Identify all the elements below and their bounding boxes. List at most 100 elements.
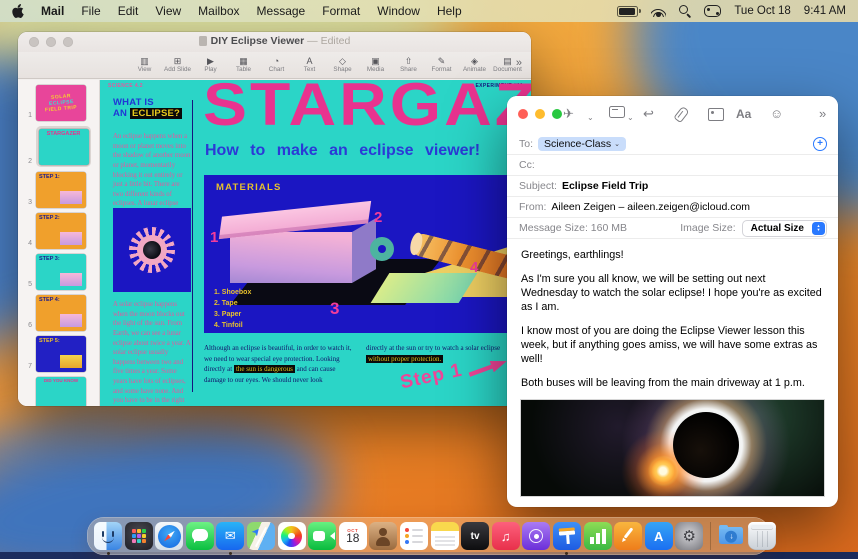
menu-file[interactable]: File (81, 4, 100, 18)
window-title: DIY Eclipse Viewer — Edited (18, 35, 531, 47)
attach-button[interactable] (673, 105, 690, 126)
dock-notes[interactable] (430, 522, 459, 550)
menu-view[interactable]: View (155, 4, 181, 18)
toolbar-format-button[interactable]: ✎ Format (425, 56, 458, 74)
dock-keynote[interactable] (552, 522, 581, 555)
menu-bar-date[interactable]: Tue Oct 18 (734, 5, 790, 17)
dock-launchpad[interactable] (124, 522, 153, 550)
to-field-row[interactable]: To: Science-Class ⌄ + (507, 134, 838, 155)
slide-canvas[interactable]: SCIENCE 4.2 EXPERIMENT #11 WHAT IS AN EC… (100, 80, 531, 406)
subject-field-row[interactable]: Subject: Eclipse Field Trip (507, 176, 838, 197)
slide-number: 7 (28, 363, 32, 370)
dock-podcasts[interactable] (522, 522, 551, 550)
toolbar-table-button[interactable]: ▦ Table (227, 56, 260, 74)
keynote-window[interactable]: DIY Eclipse Viewer — Edited ▥ View ⊞ Add S… (18, 32, 531, 406)
menu-mailbox[interactable]: Mailbox (198, 4, 239, 18)
search-icon[interactable] (679, 5, 691, 17)
dock-safari[interactable] (155, 522, 184, 550)
mail-compose-window[interactable]: ✈ ⌄ ⌄ ↩ Aa ☺ » To: Science-Class ⌄ + Cc: … (507, 96, 838, 507)
slide-number: 2 (28, 158, 32, 165)
toolbar-play-button[interactable]: ▶ Play (194, 56, 227, 74)
send-options-chevron-icon[interactable]: ⌄ (587, 110, 594, 126)
danger-highlight-chip: the sun is dangerous (233, 365, 295, 373)
dock-facetime[interactable] (308, 522, 337, 550)
menu-window[interactable]: Window (377, 4, 420, 18)
dock-pages[interactable] (614, 522, 643, 550)
header-fields-button[interactable] (609, 106, 625, 122)
toolbar-text-button[interactable]: A Text (293, 56, 326, 74)
image-size-select[interactable]: Actual Size ▴ ▾ (741, 219, 827, 237)
slide-title-stargazer: STARGAZER (203, 80, 531, 138)
apple-logo-icon[interactable] (12, 4, 24, 18)
dock-trash[interactable] (748, 522, 777, 550)
insert-photo-button[interactable] (708, 108, 724, 125)
menu-edit[interactable]: Edit (118, 4, 139, 18)
dock-system-settings[interactable]: ⚙ (675, 522, 704, 550)
slide-thumbnail-6[interactable]: STEP 4: (36, 295, 86, 331)
shoebox-front-shape (230, 232, 352, 283)
toolbar-shape-button[interactable]: ◇ Shape (326, 56, 359, 74)
toolbar-add-slide-button[interactable]: ⊞ Add Slide (161, 56, 194, 74)
dock-tv[interactable]: tv (461, 522, 490, 550)
dock-calendar[interactable]: OCT 18 (338, 522, 367, 550)
dock-downloads-folder[interactable]: ↓ (717, 522, 745, 550)
slide-thumbnail-7[interactable]: STEP 5: (36, 336, 86, 372)
emoji-button[interactable]: ☺ (770, 106, 783, 122)
dock-maps[interactable] (246, 522, 275, 550)
view-icon: ▥ (140, 56, 149, 66)
paper-sheet-shape (370, 273, 478, 303)
toolbar-chart-button[interactable]: ◔ Chart (260, 56, 293, 74)
dock-contacts[interactable] (369, 522, 398, 550)
toolbar-animate-button[interactable]: ◈ Animate (458, 56, 491, 74)
menu-help[interactable]: Help (437, 4, 462, 18)
reply-icon[interactable]: ↩ (643, 106, 654, 122)
toolbar-view-button[interactable]: ▥ View (128, 56, 161, 74)
header-fields-icon (609, 106, 625, 118)
tv-label: tv (470, 530, 480, 542)
slide-thumbnail-3[interactable]: STEP 1: (36, 172, 86, 208)
slide-thumbnail-8[interactable]: DID YOU KNOW (36, 377, 86, 406)
music-note-icon: ♫ (500, 528, 511, 544)
slide-thumbnail-2-selected[interactable]: STARGAZER (38, 128, 89, 165)
callout-number-1: 1 (210, 229, 219, 246)
from-field-row[interactable]: From: Aileen Zeigen – aileen.zeigen@iclo… (507, 197, 838, 218)
dock-mail[interactable]: ✉ (216, 522, 245, 555)
keynote-titlebar: DIY Eclipse Viewer — Edited (18, 32, 531, 52)
battery-icon[interactable] (617, 5, 641, 17)
add-contact-button[interactable]: + (813, 137, 827, 151)
keynote-toolbar: ▥ View ⊞ Add Slide ▶ Play ▦ Table ◔ Chart A Te… (18, 52, 531, 79)
menu-message[interactable]: Message (257, 4, 306, 18)
menu-format[interactable]: Format (322, 4, 360, 18)
slide-thumbnail-5[interactable]: STEP 3: (36, 254, 86, 290)
header-fields-chevron-icon[interactable]: ⌄ (627, 110, 634, 126)
menu-bar-time[interactable]: 9:41 AM (804, 5, 846, 17)
slide-number: 1 (28, 112, 32, 119)
dock-numbers[interactable] (583, 522, 612, 550)
dock-app-store[interactable]: A (644, 522, 673, 550)
dock-finder[interactable] (94, 522, 122, 555)
dock-messages[interactable] (185, 522, 214, 550)
minimize-button[interactable] (535, 109, 545, 119)
eclipse-photo-attachment[interactable] (520, 399, 825, 497)
dock-photos[interactable] (277, 522, 306, 550)
toolbar-overflow-button[interactable]: » (819, 106, 826, 122)
close-button[interactable] (518, 109, 528, 119)
slide-thumbnail-1[interactable]: SOLAR ECLIPSE FIELD TRIP (36, 85, 86, 121)
toolbar-overflow-button[interactable]: » (516, 57, 522, 69)
callout-number-2: 2 (374, 209, 383, 226)
envelope-icon: ✉ (224, 528, 236, 543)
zoom-button[interactable] (552, 109, 562, 119)
slide-thumbnail-4[interactable]: STEP 2: (36, 213, 86, 249)
toolbar-share-button[interactable]: ⇧ Share (392, 56, 425, 74)
toolbar-media-button[interactable]: ▣ Media (359, 56, 392, 74)
tape-roll-shape (370, 237, 394, 261)
recipient-token[interactable]: Science-Class ⌄ (538, 137, 626, 151)
control-center-icon[interactable] (704, 5, 722, 17)
dock-music[interactable]: ♫ (491, 522, 520, 550)
dock-reminders[interactable] (399, 522, 428, 550)
menu-app-name[interactable]: Mail (41, 4, 64, 18)
cc-field-row[interactable]: Cc: (507, 155, 838, 176)
format-text-button[interactable]: Aa (736, 106, 751, 122)
send-button[interactable]: ✈ (563, 106, 574, 122)
wifi-icon[interactable] (651, 6, 667, 17)
